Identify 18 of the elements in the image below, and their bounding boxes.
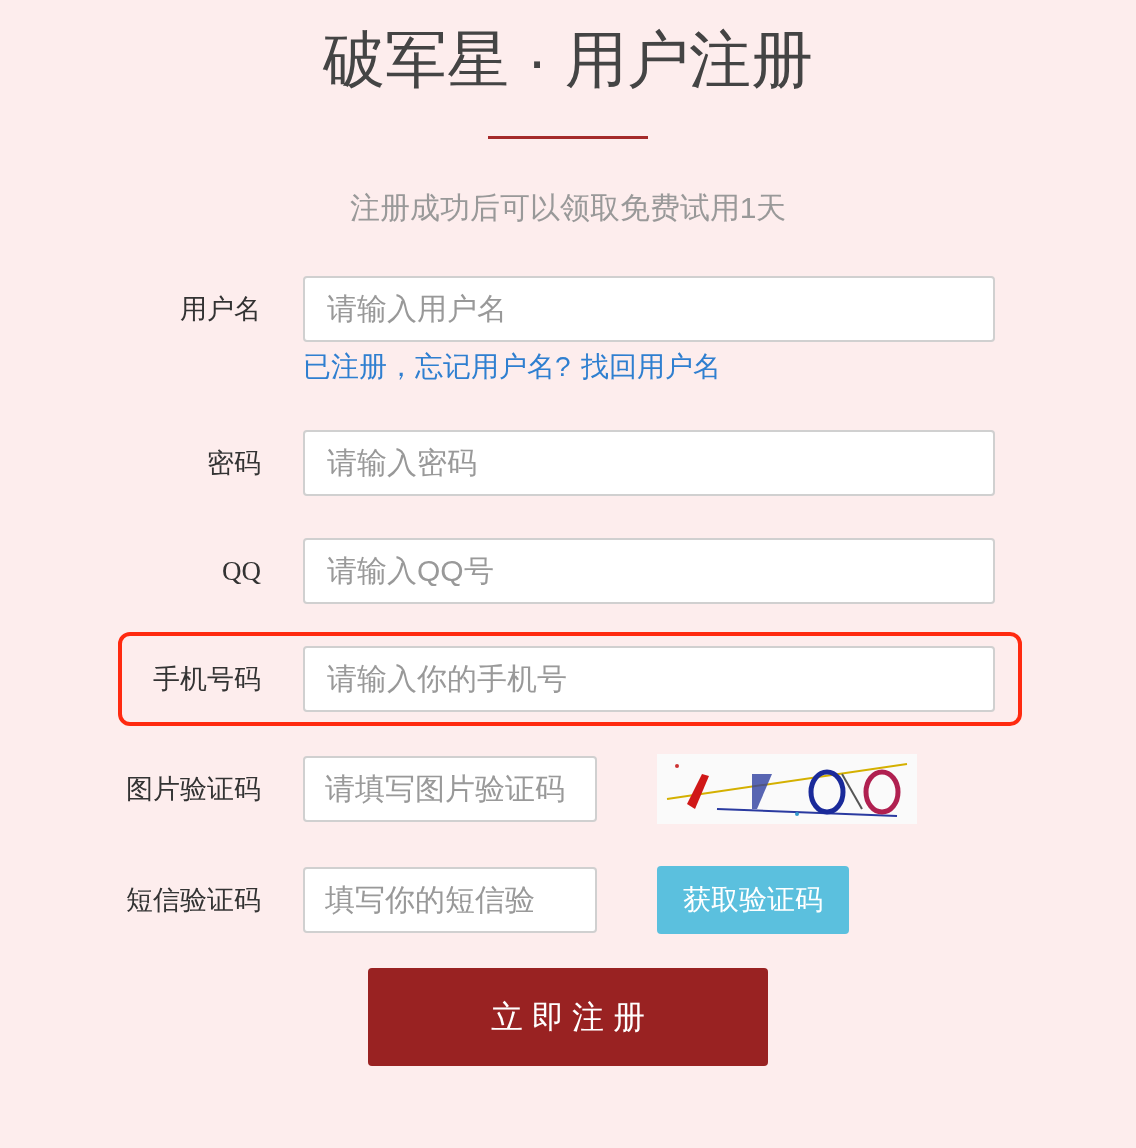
- register-button[interactable]: 立 即 注 册: [368, 968, 768, 1066]
- field-label: 手机号码: [152, 662, 261, 696]
- page-title: 破军星 · 用户注册: [323, 24, 813, 96]
- field-label: 图片验证码: [125, 772, 261, 806]
- input-field[interactable]: 请输入QQ号: [303, 538, 995, 604]
- hint-text: 已注册，忘记用户名?: [303, 350, 571, 384]
- recover-username-link[interactable]: 找回用户名: [580, 346, 721, 388]
- field-label: 密码: [206, 446, 261, 480]
- field-label: 短信验证码: [125, 883, 261, 917]
- get-code-button[interactable]: 获取验证码: [657, 866, 849, 934]
- input-field[interactable]: 请输入你的手机号: [303, 646, 995, 712]
- input-field[interactable]: 填写你的短信验: [303, 867, 597, 933]
- input-field[interactable]: 请输入用户名: [303, 276, 995, 342]
- input-field[interactable]: 请输入密码: [303, 430, 995, 496]
- field-label: QQ: [221, 554, 261, 588]
- field-label: 用户名: [179, 292, 261, 326]
- subtitle: 注册成功后可以领取免费试用1天: [349, 190, 787, 226]
- input-field[interactable]: 请填写图片验证码: [303, 756, 597, 822]
